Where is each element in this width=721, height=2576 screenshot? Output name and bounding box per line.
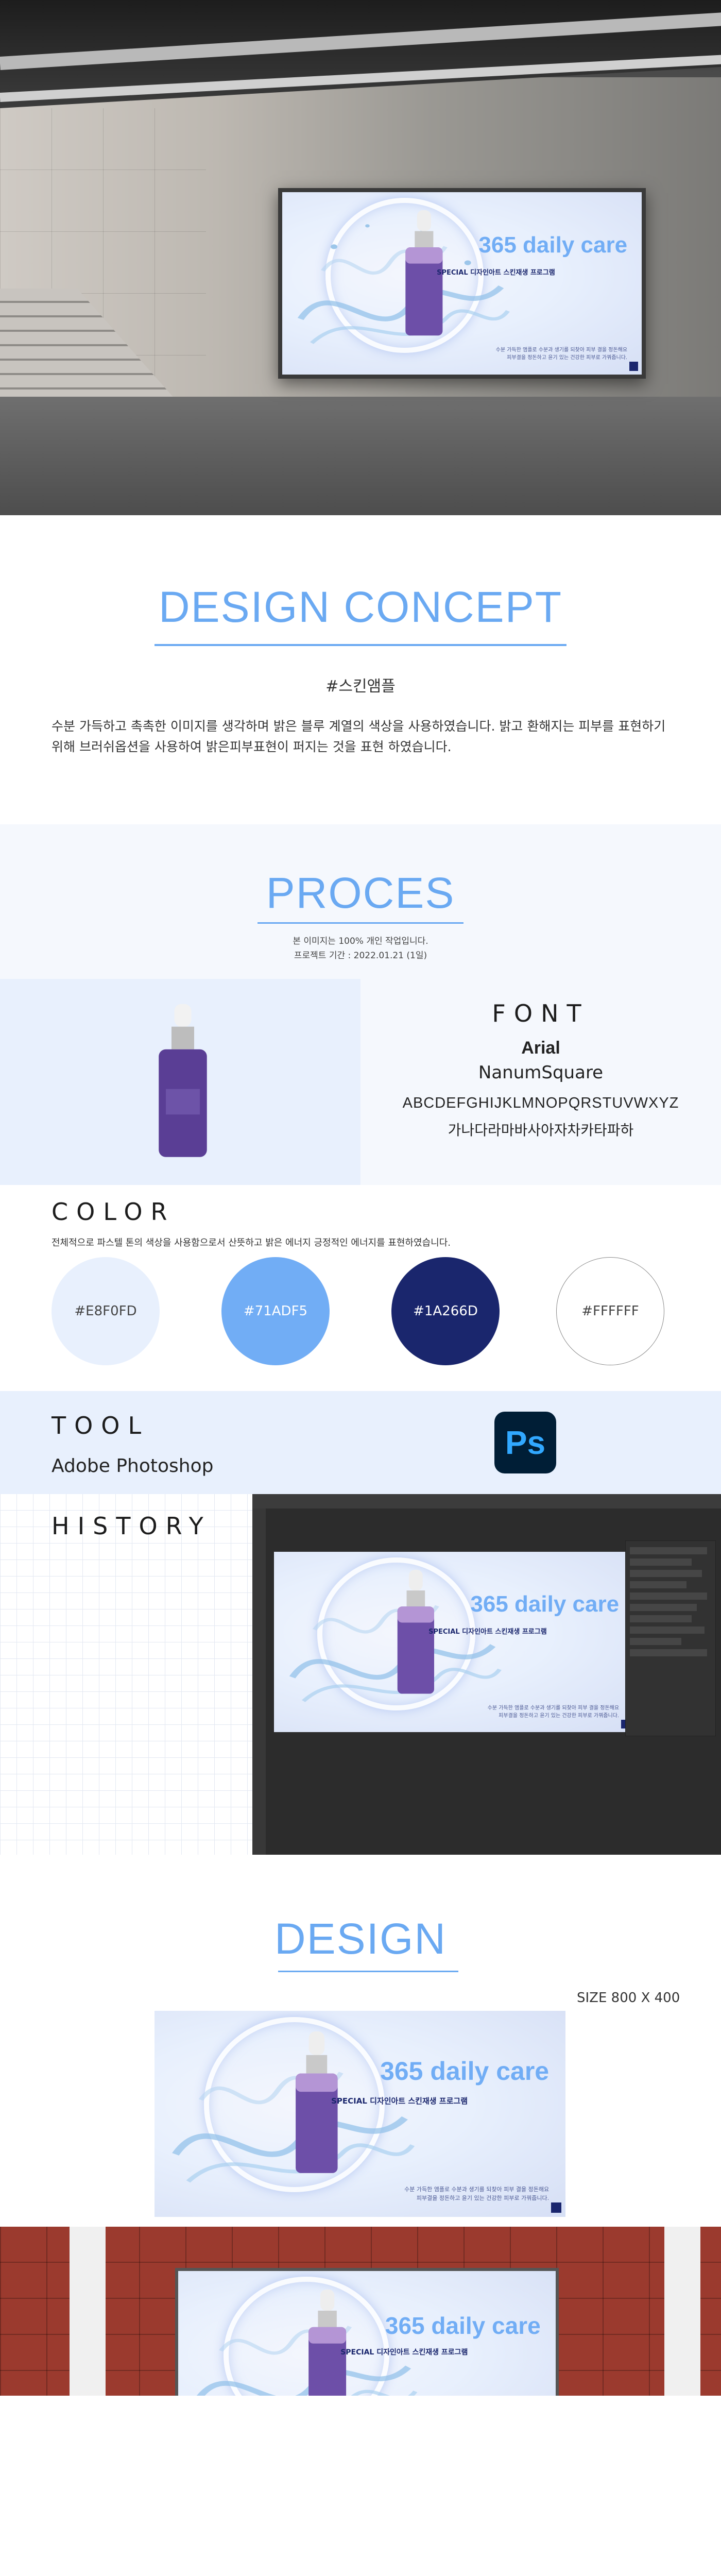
serum-bottle xyxy=(159,1004,207,1157)
swatch-label: #1A266D xyxy=(413,1303,478,1319)
ad-desc-line: 피부결을 정돈하고 윤기 있는 건강한 피부로 가꿔줍니다. xyxy=(416,2195,550,2201)
concept-hashtag: #스킨앰플 xyxy=(325,677,396,696)
ad-desc-line: 수분 가득한 앰플로 수분과 생기를 되찾아 피부 결을 정돈해요 xyxy=(487,1705,620,1711)
section-heading: PROCES xyxy=(266,869,455,917)
ps-layers-panel xyxy=(625,1540,716,1736)
ad-subtitle-prefix: SPECIAL 디자인아트 xyxy=(428,1628,495,1636)
ad-desc-line: 수분 가득한 앰플로 수분과 생기를 되찾아 피부 결을 정돈해요 xyxy=(495,347,628,353)
ad-subtitle-highlight: 스킨재생 프로그램 xyxy=(412,2348,468,2357)
swatch-label: #71ADF5 xyxy=(243,1303,308,1319)
ad-subtitle-highlight: 스킨재생 프로그램 xyxy=(408,2096,468,2106)
font-section: FONT Arial NanumSquare ABCDEFGHIJKLMNOPQ… xyxy=(0,979,721,1185)
tool-name: Adobe Photoshop xyxy=(52,1455,214,1477)
heading-underline xyxy=(258,922,464,924)
hero-mockup: 365 daily care SPECIAL 디자인아트 스킨재생 프로그램 수… xyxy=(0,0,721,515)
ps-layer-row[interactable] xyxy=(630,1547,707,1554)
ad-subtitle: SPECIAL 디자인아트 스킨재생 프로그램 xyxy=(331,2095,468,2106)
brand-mark xyxy=(551,2202,562,2213)
ad-artwork: 365 daily care SPECIAL 디자인아트 스킨재생 프로그램 수… xyxy=(154,2011,565,2217)
font-latin-sample: ABCDEFGHIJKLMNOPQRSTUVWXYZ xyxy=(402,1095,679,1111)
ad-artwork: 365 daily care SPECIAL 디자인아트 스킨재생 프로그램 수… xyxy=(282,192,642,375)
color-swatch-navy: #1A266D xyxy=(391,1257,500,1365)
ps-layer-row[interactable] xyxy=(630,1604,697,1611)
ps-menubar xyxy=(252,1494,721,1509)
color-swatch-sky-blue: #71ADF5 xyxy=(221,1257,330,1365)
ad-desc-line: 피부결을 정돈하고 윤기 있는 건강한 피부로 가꿔줍니다. xyxy=(499,1713,620,1719)
color-description: 전체적으로 파스텔 톤의 색상을 사용함으로서 산뜻하고 밝은 에너지 긍정적인… xyxy=(52,1238,451,1248)
brick-building-mockup: 365 daily care SPECIAL 디자인아트 스킨재생 프로그램 수… xyxy=(0,2227,721,2396)
tool-heading: TOOL xyxy=(52,1412,150,1439)
ad-title: 365 daily care xyxy=(470,1591,620,1617)
ps-layer-row[interactable] xyxy=(630,1570,702,1577)
font-primary: Arial xyxy=(521,1038,560,1058)
ps-toolbar xyxy=(252,1509,266,1855)
brand-mark xyxy=(629,362,639,371)
section-heading: DESIGN CONCEPT xyxy=(158,583,563,631)
ps-layer-row[interactable] xyxy=(630,1558,692,1566)
ad-desc-line: 수분 가득한 앰플로 수분과 생기를 되찾아 피부 결을 정돈해요 xyxy=(404,2186,550,2193)
concept-description: 수분 가득하고 촉촉한 이미지를 생각하며 밝은 블루 계열의 색상을 사용하였… xyxy=(52,719,666,754)
ad-desc-line: 피부결을 정돈하고 윤기 있는 건강한 피부로 가꿔줍니다. xyxy=(507,355,628,361)
ps-layer-row[interactable] xyxy=(630,1615,692,1622)
process-section: PROCES 본 이미지는 100% 개인 작업입니다. 프로젝트 기간 : 2… xyxy=(0,824,721,979)
section-heading: DESIGN xyxy=(274,1914,447,1963)
ad-description: 수분 가득한 앰플로 수분과 생기를 되찾아 피부 결을 정돈해요피부결을 정돈… xyxy=(488,1704,619,1720)
ps-canvas: 365 daily care SPECIAL 디자인아트 스킨재생 프로그램 수… xyxy=(274,1552,633,1732)
font-secondary: NanumSquare xyxy=(478,1062,604,1083)
ad-subtitle: SPECIAL 디자인아트 스킨재생 프로그램 xyxy=(437,267,555,277)
ad-subtitle-highlight: 스킨재생 프로그램 xyxy=(495,1628,547,1636)
color-section: COLOR 전체적으로 파스텔 톤의 색상을 사용함으로서 산뜻하고 밝은 에너… xyxy=(0,1185,721,1391)
ad-artwork: 365 daily care SPECIAL 디자인아트 스킨재생 프로그램 수… xyxy=(274,1552,633,1732)
ad-subtitle-prefix: SPECIAL 디자인아트 xyxy=(437,269,504,277)
design-concept-section: DESIGN CONCEPT #스킨앰플 수분 가득하고 촉촉한 이미지를 생각… xyxy=(0,515,721,824)
ps-layer-row[interactable] xyxy=(630,1626,705,1634)
ad-subtitle-prefix: SPECIAL 디자인아트 xyxy=(331,2096,408,2106)
font-korean-sample: 가나다라마바사아자차카타파하 xyxy=(448,1122,634,1139)
tool-section: TOOL Adobe Photoshop Ps xyxy=(0,1391,721,1494)
ad-subtitle-highlight: 스킨재생 프로그램 xyxy=(503,269,555,277)
design-size-label: SIZE 800 X 400 xyxy=(577,1990,680,2006)
product-panel xyxy=(0,979,360,1185)
ad-title: 365 daily care xyxy=(380,2057,550,2086)
ad-description: 수분 가득한 앰플로 수분과 생기를 되찾아 피부 결을 정돈해요피부결을 정돈… xyxy=(496,346,627,362)
history-section: HISTORY 365 daily care SPECIAL 디자인아트 스킨재… xyxy=(0,1494,721,1855)
process-period: 프로젝트 기간 : 2022.01.21 (1일) xyxy=(294,951,427,961)
swatch-label: #E8F0FD xyxy=(74,1303,137,1319)
ad-description: 수분 가득한 앰플로 수분과 생기를 되찾아 피부 결을 정돈해요피부결을 정돈… xyxy=(404,2185,549,2202)
design-section: DESIGN SIZE 800 X 400 365 daily care SPE… xyxy=(0,1855,721,2396)
history-heading: HISTORY xyxy=(52,1512,212,1540)
ad-title: 365 daily care xyxy=(478,232,628,258)
ps-layer-row[interactable] xyxy=(630,1592,707,1600)
ps-layer-row[interactable] xyxy=(630,1638,681,1645)
ad-subtitle-prefix: SPECIAL 디자인아트 xyxy=(340,2348,413,2357)
heading-underline xyxy=(154,644,566,646)
billboard-frame: 365 daily care SPECIAL 디자인아트 스킨재생 프로그램 수… xyxy=(278,188,646,379)
font-heading: FONT xyxy=(492,999,590,1027)
ad-subtitle: SPECIAL 디자인아트 스킨재생 프로그램 xyxy=(340,2347,468,2357)
ad-artwork: 365 daily care SPECIAL 디자인아트 스킨재생 프로그램 수… xyxy=(178,2271,556,2396)
ps-layer-row[interactable] xyxy=(630,1581,686,1588)
building-pillar xyxy=(70,2227,106,2396)
floor xyxy=(0,397,721,515)
building-pillar xyxy=(664,2227,700,2396)
color-swatch-light-blue: #E8F0FD xyxy=(52,1257,160,1365)
serum-bottle xyxy=(308,2289,346,2396)
photoshop-workspace-screenshot: 365 daily care SPECIAL 디자인아트 스킨재생 프로그램 수… xyxy=(252,1494,721,1855)
heading-underline xyxy=(278,1971,458,1972)
process-note: 본 이미지는 100% 개인 작업입니다. xyxy=(293,936,428,946)
swatch-label: #FFFFFF xyxy=(581,1303,639,1319)
ps-layer-row[interactable] xyxy=(630,1649,707,1656)
ad-subtitle: SPECIAL 디자인아트 스킨재생 프로그램 xyxy=(428,1626,547,1636)
ad-title: 365 daily care xyxy=(385,2312,541,2339)
color-heading: COLOR xyxy=(52,1198,176,1226)
wall-sign-frame: 365 daily care SPECIAL 디자인아트 스킨재생 프로그램 수… xyxy=(175,2268,559,2396)
photoshop-icon: Ps xyxy=(494,1412,556,1473)
design-final-artwork: 365 daily care SPECIAL 디자인아트 스킨재생 프로그램 수… xyxy=(154,2011,565,2217)
color-swatch-white: #FFFFFF xyxy=(556,1257,664,1365)
